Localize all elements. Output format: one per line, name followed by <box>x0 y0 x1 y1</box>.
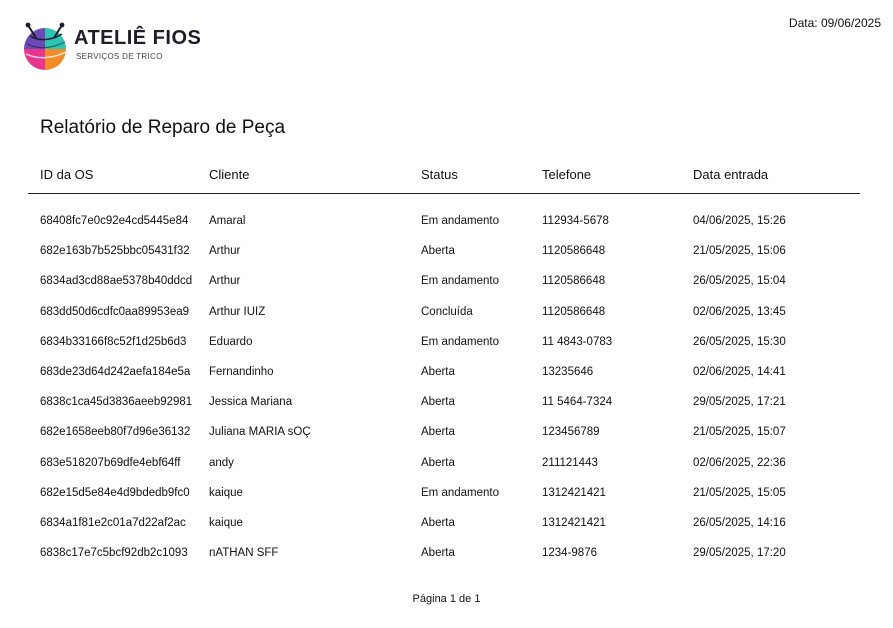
column-header-status: Status <box>421 167 458 182</box>
order-id: 682e1658eeb80f7d96e36132 <box>40 426 191 439</box>
order-status: Em andamento <box>421 275 499 288</box>
column-header-phone: Telefone <box>542 167 592 182</box>
entry-date: 29/05/2025, 17:20 <box>693 547 786 560</box>
table-body: 68408fc7e0c92e4cd5445e84 Amaral Em andam… <box>28 206 860 568</box>
column-header-client: Cliente <box>209 167 250 182</box>
order-id: 683dd50d6cdfc0aa89953ea9 <box>40 305 190 318</box>
client-name: nATHAN SFF <box>209 547 279 560</box>
entry-date: 02/06/2025, 14:41 <box>693 365 786 378</box>
brand-name: ATELIÊ FIOS <box>74 27 202 49</box>
client-name: Arthur <box>209 275 241 288</box>
client-name: kaique <box>209 486 243 499</box>
client-name: Juliana MARIA sOÇ <box>209 426 311 439</box>
report-title: Relatório de Reparo de Peça <box>40 117 286 138</box>
order-status: Em andamento <box>421 215 499 227</box>
client-phone: 112934-5678 <box>542 215 609 227</box>
client-name: kaique <box>209 516 243 529</box>
client-name: Amaral <box>209 215 246 227</box>
order-id: 6838c1ca45d3836aeeb92981 <box>40 396 193 409</box>
order-id: 6834ad3cd88ae5378b40ddcd <box>40 275 193 288</box>
client-phone: 1120586648 <box>542 305 606 318</box>
report-table: ID da OS Cliente Status Telefone Data en… <box>28 160 860 568</box>
table-header: ID da OS Cliente Status Telefone Data en… <box>28 160 860 194</box>
table-row: 682e163b7b525bbc05431f32 Arthur Aberta 1… <box>28 236 860 266</box>
entry-date: 02/06/2025, 13:45 <box>693 305 786 318</box>
order-status: Em andamento <box>421 486 499 499</box>
order-status: Aberta <box>421 365 455 378</box>
entry-date: 21/05/2025, 15:07 <box>693 426 786 439</box>
entry-date: 21/05/2025, 15:06 <box>693 245 786 258</box>
client-name: Arthur <box>209 245 241 258</box>
client-phone: 211121443 <box>542 456 598 469</box>
client-phone: 13235646 <box>542 365 594 378</box>
client-phone: 11 4843-0783 <box>542 335 613 348</box>
table-row: 6834b33166f8c52f1d25b6d3 Eduardo Em anda… <box>28 327 860 357</box>
order-status: Aberta <box>421 396 455 409</box>
client-phone: 1312421421 <box>542 516 606 529</box>
table-row: 682e1658eeb80f7d96e36132 Juliana MARIA s… <box>28 417 860 447</box>
entry-date: 29/05/2025, 17:21 <box>693 396 786 409</box>
order-id: 6834b33166f8c52f1d25b6d3 <box>40 335 187 348</box>
entry-date: 04/06/2025, 15:26 <box>693 215 786 227</box>
entry-date: 21/05/2025, 15:05 <box>693 486 786 499</box>
order-status: Aberta <box>421 426 455 439</box>
client-phone: 1120586648 <box>542 245 606 258</box>
entry-date: 26/05/2025, 14:16 <box>693 516 786 529</box>
client-phone: 1234-9876 <box>542 547 597 560</box>
table-row: 6838c17e7c5bcf92db2c1093 nATHAN SFF Aber… <box>28 538 860 568</box>
client-phone: 1120586648 <box>542 275 606 288</box>
order-id: 683de23d64d242aefa184e5a <box>40 365 191 378</box>
table-row: 683e518207b69dfe4ebf64ff andy Aberta 211… <box>28 448 860 478</box>
column-header-id: ID da OS <box>40 167 94 182</box>
order-id: 682e15d5e84e4d9bdedb9fc0 <box>40 486 190 499</box>
client-name: Jessica Mariana <box>209 396 293 409</box>
order-status: Em andamento <box>421 335 499 348</box>
client-phone: 123456789 <box>542 426 600 439</box>
order-id: 683e518207b69dfe4ebf64ff <box>40 456 181 469</box>
order-status: Aberta <box>421 516 455 529</box>
brand-tagline: SERVIÇOS DE TRICO <box>76 52 163 61</box>
order-status: Aberta <box>421 547 455 560</box>
entry-date: 26/05/2025, 15:30 <box>693 335 786 348</box>
table-row: 683de23d64d242aefa184e5a Fernandinho Abe… <box>28 357 860 387</box>
table-row: 6838c1ca45d3836aeeb92981 Jessica Mariana… <box>28 387 860 417</box>
report-date: Data: 09/06/2025 <box>788 16 881 30</box>
yarn-ball-icon <box>24 22 67 70</box>
entry-date: 26/05/2025, 15:04 <box>693 275 786 288</box>
table-row: 683dd50d6cdfc0aa89953ea9 Arthur IUIZ Con… <box>28 297 860 327</box>
entry-date: 02/06/2025, 22:36 <box>693 456 786 469</box>
column-header-entry-date: Data entrada <box>693 167 769 182</box>
client-name: Eduardo <box>209 335 253 348</box>
order-status: Concluída <box>421 305 473 318</box>
brand-logo: ATELIÊ FIOS SERVIÇOS DE TRICO <box>22 22 222 74</box>
order-id: 682e163b7b525bbc05431f32 <box>40 245 190 258</box>
table-row: 682e15d5e84e4d9bdedb9fc0 kaique Em andam… <box>28 478 860 508</box>
order-status: Aberta <box>421 245 455 258</box>
client-name: Fernandinho <box>209 365 274 378</box>
client-name: andy <box>209 456 234 469</box>
client-phone: 1312421421 <box>542 486 606 499</box>
table-row: 6834a1f81e2c01a7d22af2ac kaique Aberta 1… <box>28 508 860 538</box>
order-id: 6838c17e7c5bcf92db2c1093 <box>40 547 188 560</box>
order-status: Aberta <box>421 456 455 469</box>
client-phone: 11 5464-7324 <box>542 396 613 409</box>
client-name: Arthur IUIZ <box>209 305 266 318</box>
table-row: 6834ad3cd88ae5378b40ddcd Arthur Em andam… <box>28 266 860 296</box>
table-row: 68408fc7e0c92e4cd5445e84 Amaral Em andam… <box>28 206 860 236</box>
report-header: ATELIÊ FIOS SERVIÇOS DE TRICO Data: 09/0… <box>0 0 893 90</box>
order-id: 6834a1f81e2c01a7d22af2ac <box>40 516 186 529</box>
order-id: 68408fc7e0c92e4cd5445e84 <box>40 215 189 227</box>
page-number: Página 1 de 1 <box>412 593 481 605</box>
